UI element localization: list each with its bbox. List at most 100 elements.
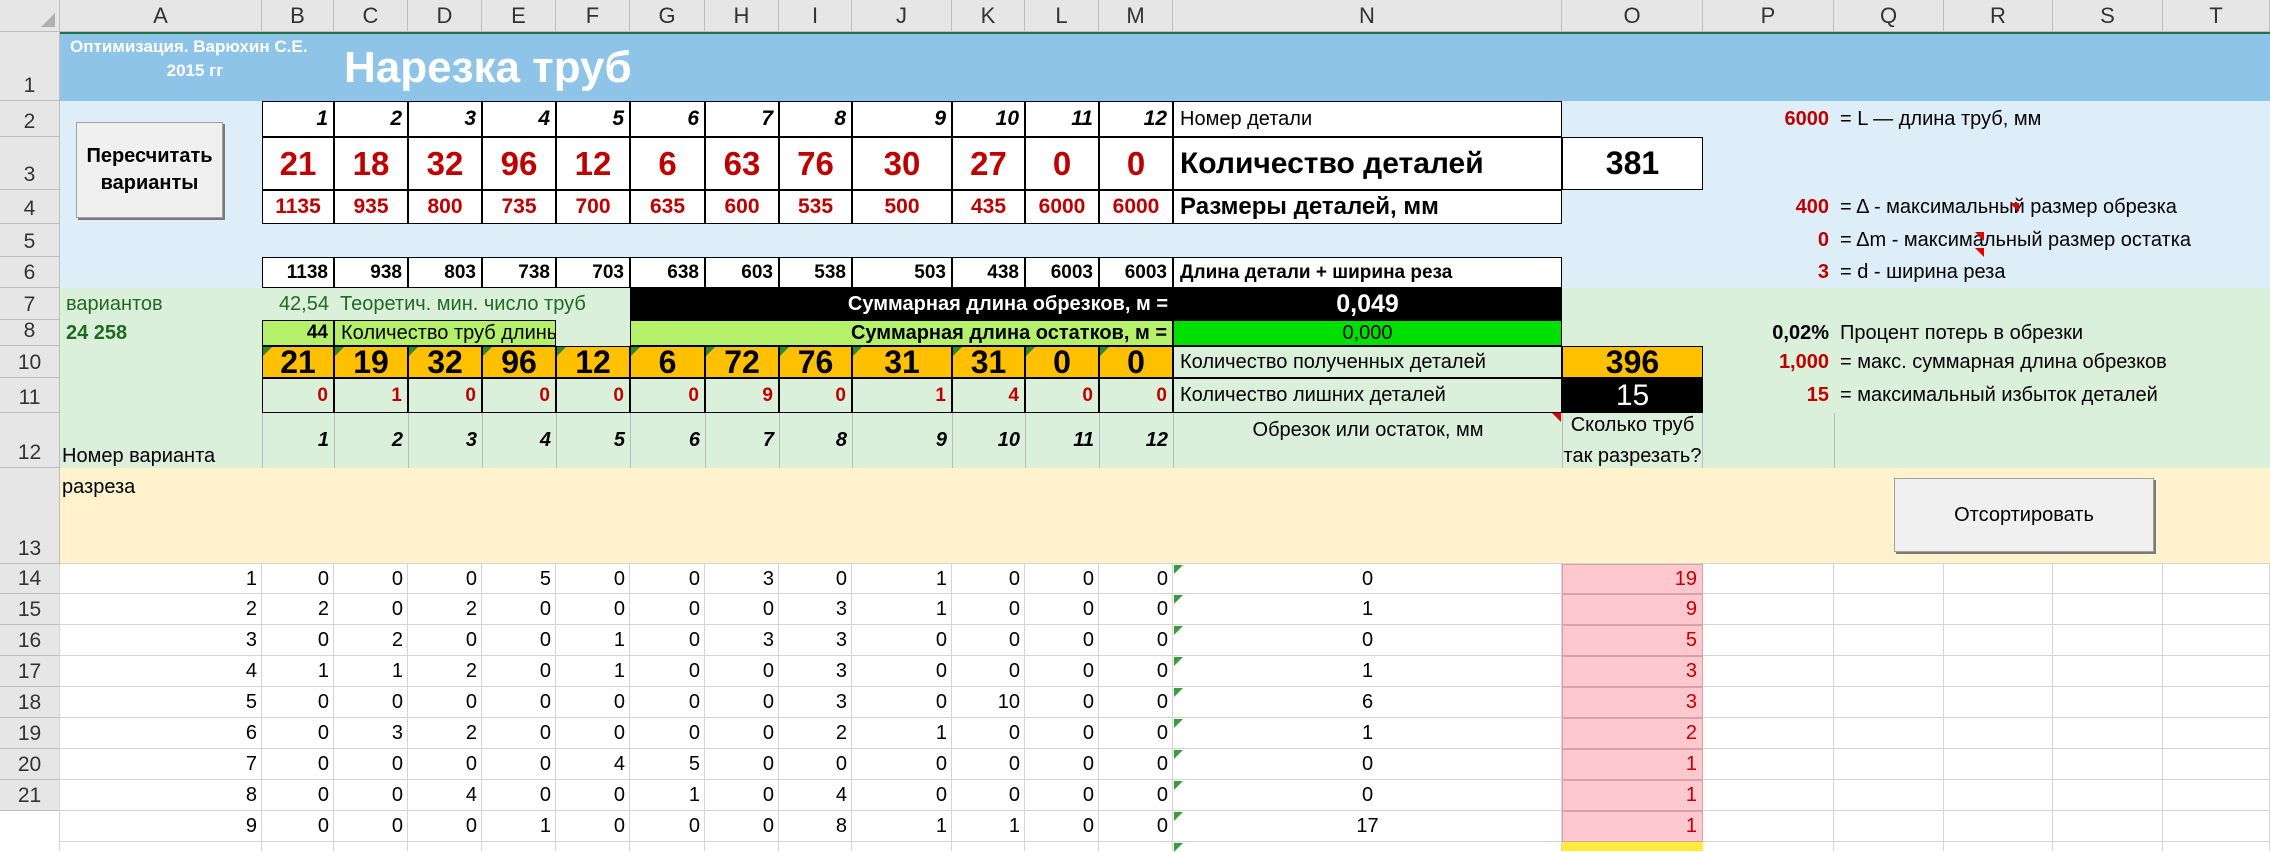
row-header-11[interactable]: 11 [0,378,60,413]
variant-number: 6 [245,722,257,744]
variant-cell: 0 [539,598,551,620]
column-header-N[interactable]: N [1173,0,1562,32]
column-header-G[interactable]: G [630,0,705,32]
column-header-B[interactable]: B [262,0,334,32]
quantity-label: Количество деталей [1173,137,1562,190]
rest-sum-label: Суммарная длина остатков, м = [630,320,1173,346]
variant-number: 8 [245,784,257,806]
row-header-20[interactable]: 20 [0,749,60,780]
pipe-count: 2 [1562,718,1703,749]
variant-cell: 0 [391,598,403,620]
sort-button[interactable]: Отсортировать [1894,478,2154,552]
variant-cell: 0 [539,753,551,775]
column-header-S[interactable]: S [2053,0,2163,32]
recalc-button[interactable]: Пересчитать варианты [76,122,223,218]
row-header-21[interactable]: 21 [0,780,60,811]
select-all-corner[interactable] [0,0,60,32]
row-header-4[interactable]: 4 [0,190,60,224]
variant-cell: 2 [465,660,477,682]
column-header-K[interactable]: K [952,0,1025,32]
column-header-D[interactable]: D [408,0,482,32]
variant-cell: 0 [1008,598,1020,620]
error-marker [706,347,715,356]
column-header-J[interactable]: J [852,0,952,32]
variant-cell: 0 [317,815,329,837]
row-header-12[interactable]: 12 [0,413,60,468]
row-header-19[interactable]: 19 [0,718,60,749]
obtained-count: 31 [852,346,952,378]
column-header-Q[interactable]: Q [1834,0,1944,32]
column-header-C[interactable]: C [334,0,408,32]
column-header-H[interactable]: H [705,0,779,32]
part-number: 8 [779,101,852,137]
rest-sum-value: 0,000 [1173,320,1562,346]
variant-cell: 0 [317,691,329,713]
part-number: 1 [262,101,334,137]
variant-cell: 0 [688,598,700,620]
row-header-8[interactable]: 8 [0,319,60,346]
column-header-L[interactable]: L [1025,0,1099,32]
comment-marker [1552,413,1561,422]
part-quantity: 27 [952,137,1025,190]
variant-cell: 0 [613,691,625,713]
column-header-M[interactable]: M [1099,0,1173,32]
extra-count: 0 [408,378,482,413]
variant-cell: 0 [1156,660,1168,682]
variant-cell: 3 [835,660,847,682]
part-number: 7 [705,101,779,137]
part-size: 635 [630,190,705,224]
column-header-A[interactable]: A [60,0,262,32]
row-header-18[interactable]: 18 [0,687,60,718]
part-length-cut: 438 [952,257,1025,288]
row-header-16[interactable]: 16 [0,625,60,656]
part-number: 3 [408,101,482,137]
row-header-6[interactable]: 6 [0,257,60,288]
variant-cell: 0 [539,660,551,682]
variant-cell: 0 [1156,691,1168,713]
row-header-17[interactable]: 17 [0,656,60,687]
row-header-10[interactable]: 10 [0,346,60,378]
column-header-R[interactable]: R [1944,0,2053,32]
variant-cell: 0 [1082,567,1094,590]
theor-min-label: Теоретич. мин. число труб [340,292,586,315]
variant-cell: 0 [1156,815,1168,837]
table-col-header: 4 [482,413,556,468]
variant-cell: 0 [688,815,700,837]
column-header-E[interactable]: E [482,0,556,32]
variant-cell: 0 [1082,660,1094,682]
variant-number: 3 [245,629,257,651]
pipe-count: 1 [1562,811,1703,842]
variant-cell: 0 [688,722,700,744]
column-header-T[interactable]: T [2163,0,2270,32]
column-header-P[interactable]: P [1703,0,1834,32]
theor-min-value: 42,54 [278,292,329,315]
column-header-O[interactable]: O [1562,0,1703,32]
row-header-15[interactable]: 15 [0,594,60,625]
column-header-I[interactable]: I [779,0,852,32]
row-header-1[interactable]: 1 [0,32,60,101]
comment-marker [1975,232,1984,241]
column-header-F[interactable]: F [556,0,630,32]
comment-marker [1975,248,1984,257]
part-size: 6000 [1099,190,1173,224]
row-header-14[interactable]: 14 [0,564,60,594]
variant-cell: 1 [539,815,551,837]
row-header-3[interactable]: 3 [0,137,60,190]
part-length-cut: 6003 [1099,257,1173,288]
row-header-5[interactable]: 5 [0,224,60,257]
row-header-13[interactable]: 13 [0,468,60,564]
year-line: 2015 гг [166,61,224,80]
extra-count: 0 [262,378,334,413]
row-header-7[interactable]: 7 [0,288,60,320]
variant-cell: 2 [835,722,847,744]
row-header-2[interactable]: 2 [0,101,60,137]
part-number-label: Номер детали [1173,101,1562,137]
part-size: 1135 [262,190,334,224]
trim-value: 0 [1361,784,1374,806]
length-cut-label: Длина детали + ширина реза [1173,257,1562,288]
variant-cell: 0 [688,629,700,651]
variant-cell: 1 [317,660,329,682]
variant-cell: 0 [465,815,477,837]
variant-cell: 0 [935,753,947,775]
variant-cell: 0 [539,691,551,713]
